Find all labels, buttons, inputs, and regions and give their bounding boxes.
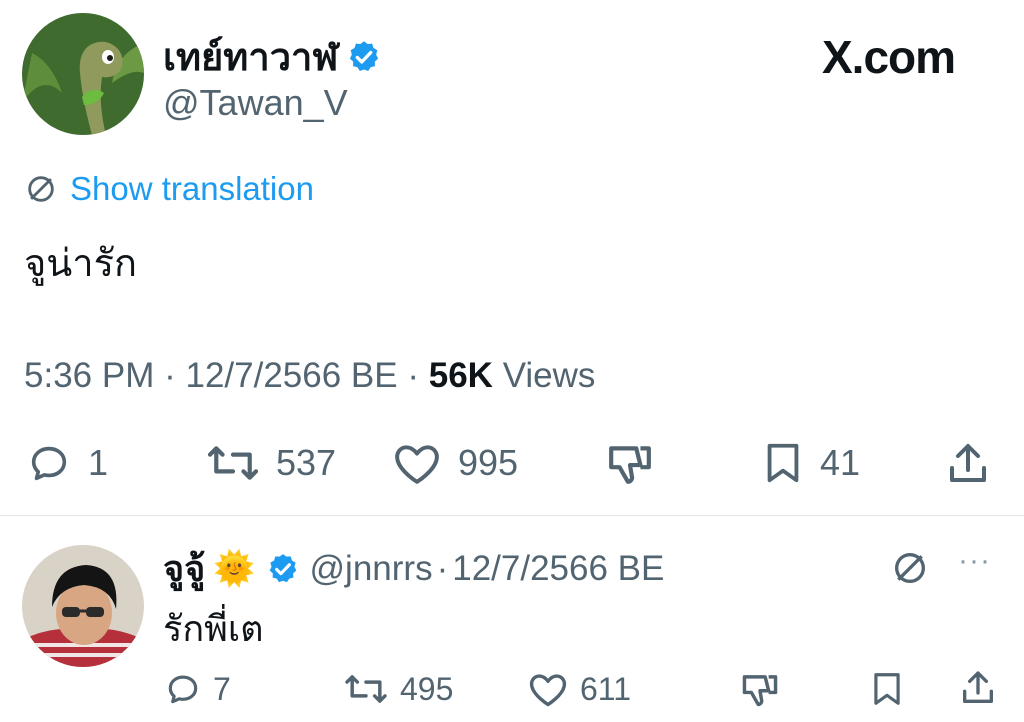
dinosaur-avatar-image — [22, 13, 144, 135]
share-button[interactable] — [944, 440, 992, 488]
share-icon — [944, 440, 992, 488]
bookmark-icon — [868, 670, 906, 708]
like-count: 995 — [458, 442, 519, 483]
author-handle[interactable]: @Tawan_V — [163, 82, 348, 124]
reply-repost-count: 495 — [400, 670, 454, 707]
reply-author-handle[interactable]: @jnnrrs — [310, 549, 433, 589]
reply-meta-separator: · — [436, 548, 449, 588]
views-count: 56K — [428, 356, 493, 395]
reply-button[interactable]: 1 — [24, 440, 108, 486]
share-icon — [958, 668, 998, 708]
dislike-button[interactable] — [604, 440, 656, 486]
divider — [0, 515, 1024, 516]
reply-reply-count: 7 — [213, 670, 231, 707]
meta-separator: · — [164, 356, 176, 395]
tweet-text: จูน่ารัก — [24, 243, 137, 285]
thumbs-down-icon — [738, 670, 782, 708]
tweet-time[interactable]: 5:36 PM — [24, 356, 154, 395]
reply-date[interactable]: 12/7/2566 BE — [452, 549, 664, 589]
bookmark-icon — [760, 440, 806, 486]
show-translation-link[interactable]: Show translation — [24, 170, 314, 208]
reply-reply-button[interactable]: 7 — [163, 670, 231, 708]
reply-icon — [24, 440, 74, 486]
reply-repost-button[interactable]: 495 — [342, 670, 453, 708]
bookmark-button[interactable]: 41 — [760, 440, 860, 486]
show-translation-label[interactable]: Show translation — [70, 170, 314, 208]
reply-text: รักพี่เต — [163, 608, 264, 649]
reply-author-name[interactable]: จูจู้ — [163, 540, 205, 597]
site-brand: X.com — [822, 31, 956, 83]
reply-author-avatar[interactable] — [22, 545, 144, 667]
reply-icon — [163, 670, 203, 708]
tweet-date[interactable]: 12/7/2566 BE — [185, 356, 397, 395]
meta-separator: · — [407, 356, 419, 395]
bookmark-count: 41 — [820, 442, 861, 483]
sun-emoji: 🌞 — [213, 549, 256, 588]
reply-count: 1 — [88, 442, 109, 483]
reply-share-button[interactable] — [958, 668, 998, 708]
thumbs-down-icon — [604, 440, 656, 486]
reply-bookmark-button[interactable] — [868, 670, 906, 708]
verified-badge-icon — [346, 39, 382, 75]
author-avatar[interactable] — [22, 13, 144, 135]
views-label: Views — [502, 356, 596, 395]
reply-translate-icon[interactable] — [890, 548, 930, 588]
reply-dislike-button[interactable] — [738, 670, 782, 708]
like-button[interactable]: 995 — [390, 440, 518, 486]
repost-count: 537 — [276, 442, 337, 483]
repost-icon — [204, 440, 262, 486]
repost-button[interactable]: 537 — [204, 440, 336, 486]
tweet-meta: 5:36 PM · 12/7/2566 BE · 56K Views — [24, 356, 595, 396]
repost-icon — [342, 670, 390, 708]
heart-icon — [390, 440, 444, 486]
translate-globe-icon — [24, 172, 58, 206]
more-options-icon[interactable]: ··· — [958, 544, 991, 578]
author-name[interactable]: เทย์ทาวาฬ — [163, 26, 338, 87]
person-avatar-image — [22, 545, 144, 667]
reply-like-button[interactable]: 611 — [526, 670, 631, 708]
verified-badge-icon — [266, 552, 300, 586]
heart-icon — [526, 670, 570, 708]
reply-like-count: 611 — [580, 670, 632, 707]
